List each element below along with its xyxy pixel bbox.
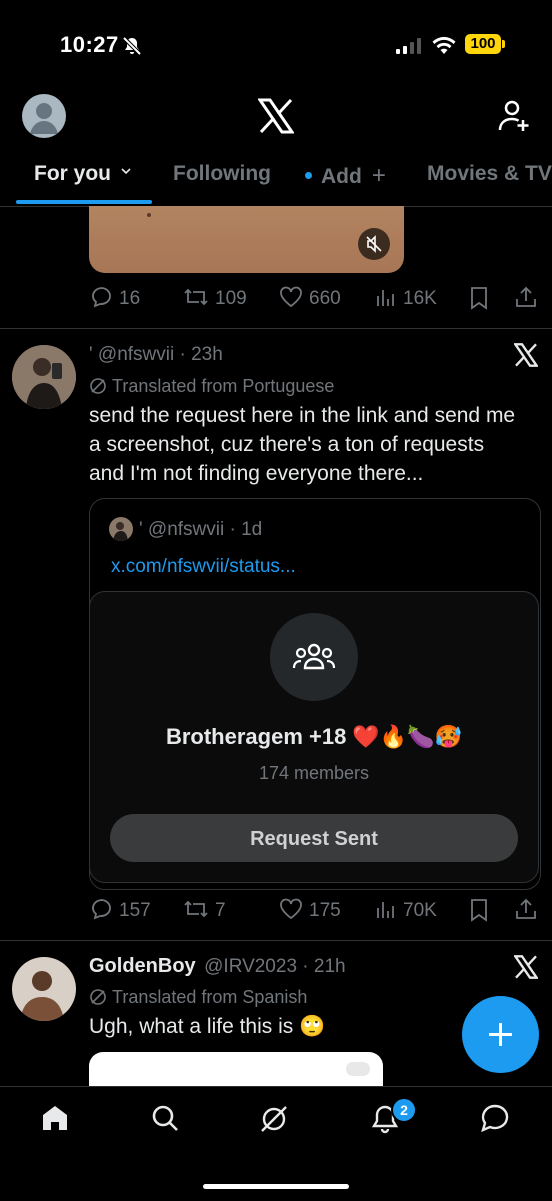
battery-tip [502,40,505,48]
post-text-line: send the request here in the link and se… [89,404,516,427]
quoted-handle-time: ' @nfswvii · 1d [139,519,263,540]
post-handle-time[interactable]: ' @nfswvii · 23h [89,344,223,366]
author-avatar[interactable] [12,345,76,409]
translation-note[interactable]: Translated from Portuguese [89,376,334,397]
post-text-line: and I'm not finding everyone there... [89,462,424,485]
status-time: 10:27 [60,32,119,57]
x-grok-icon[interactable] [514,955,538,979]
request-sent-button[interactable]: Request Sent [110,814,518,862]
post-text: send the request here in the link and se… [89,401,515,488]
active-tab-indicator [16,200,152,204]
repost-count: 7 [215,900,226,921]
tab-movies-tv[interactable]: Movies & TV [427,162,552,186]
media-badge [346,1062,370,1076]
reply-count: 157 [119,900,151,921]
post-text-line: a screenshot, cuz there's a ton of reque… [89,433,485,456]
add-user-icon[interactable] [496,100,532,132]
share-icon[interactable] [514,897,538,921]
community-icon-circle [270,613,358,701]
post-header[interactable]: GoldenBoy @IRV2023 · 21h [89,955,346,978]
analytics-icon [377,290,394,306]
home-indicator [203,1184,349,1189]
views-button[interactable]: 16K [375,286,437,310]
battery-indicator: 100 [465,34,501,54]
reply-button[interactable]: 157 [91,898,151,922]
grok-icon[interactable] [258,1103,290,1135]
tab-label: Following [173,162,271,185]
translation-note[interactable]: Translated from Spanish [89,987,307,1008]
tab-for-you[interactable]: For you [34,162,131,186]
community-members: 174 members [258,763,370,783]
repost-count: 109 [215,288,247,309]
author-handle-time: @IRV2023 · 21h [204,956,346,977]
avatar-photo [12,957,76,1021]
heart-icon [280,898,302,920]
new-dot [305,172,312,179]
globe-slash-icon [90,378,106,394]
reply-icon [92,287,111,308]
author-name: GoldenBoy [89,955,196,977]
bell-off-icon [122,36,142,56]
repost-button[interactable]: 7 [183,898,226,922]
compose-button[interactable] [462,996,539,1073]
like-count: 660 [309,288,341,309]
status-bar: 10:27 100 [0,0,552,80]
chevron-down-icon [121,168,131,175]
repost-icon [184,288,208,306]
messages-icon[interactable] [480,1103,510,1133]
tab-label: For you [34,162,111,185]
reply-button[interactable]: 16 [91,286,140,310]
plus-icon [489,1023,512,1046]
repost-icon [184,900,208,918]
avatar-photo [12,345,76,409]
like-button[interactable]: 660 [279,286,341,310]
search-icon[interactable] [150,1103,180,1133]
analytics-icon [377,902,394,918]
like-button[interactable]: 175 [279,898,341,922]
notification-badge: 2 [391,1097,417,1123]
bookmark-icon[interactable] [468,286,490,310]
signal-icon [396,38,421,54]
community-name: Brotheragem +18 ❤️🔥🍆🥵 [165,724,463,749]
wifi-icon [432,36,456,54]
user-silhouette-icon [30,103,58,134]
post-media-video[interactable] [89,206,404,273]
author-avatar[interactable] [12,957,76,1021]
like-count: 175 [309,900,341,921]
tab-add[interactable]: Add + [305,162,386,190]
share-icon[interactable] [514,285,538,309]
translation-text: Translated from Spanish [112,987,308,1007]
people-group-icon [292,643,336,670]
tab-label: Movies & TV [427,162,552,185]
bookmark-icon[interactable] [468,898,490,922]
quoted-link[interactable]: x.com/nfswvii/status... [111,556,296,578]
view-count: 16K [403,288,437,309]
avatar-photo [113,522,128,541]
globe-slash-icon [90,989,106,1005]
heart-icon [280,286,302,308]
post-text: Ugh, what a life this is 🙄 [89,1015,326,1038]
media-detail [147,213,151,217]
tab-label: Add [321,165,362,188]
repost-button[interactable]: 109 [183,286,247,310]
view-count: 70K [403,900,437,921]
reply-icon [92,899,111,920]
reply-count: 16 [119,288,141,309]
views-button[interactable]: 70K [375,898,437,922]
tab-following[interactable]: Following [173,162,271,186]
profile-avatar[interactable] [22,94,66,138]
post-divider [0,328,552,329]
mute-button[interactable] [358,228,390,260]
speaker-muted-icon [366,235,382,253]
x-grok-icon[interactable] [514,343,538,367]
post-divider [0,940,552,941]
quoted-author-avatar [109,517,133,541]
x-logo-icon[interactable] [258,98,294,134]
translation-text: Translated from Portuguese [112,376,335,396]
home-icon[interactable] [40,1103,70,1133]
plus-icon: + [371,162,386,189]
